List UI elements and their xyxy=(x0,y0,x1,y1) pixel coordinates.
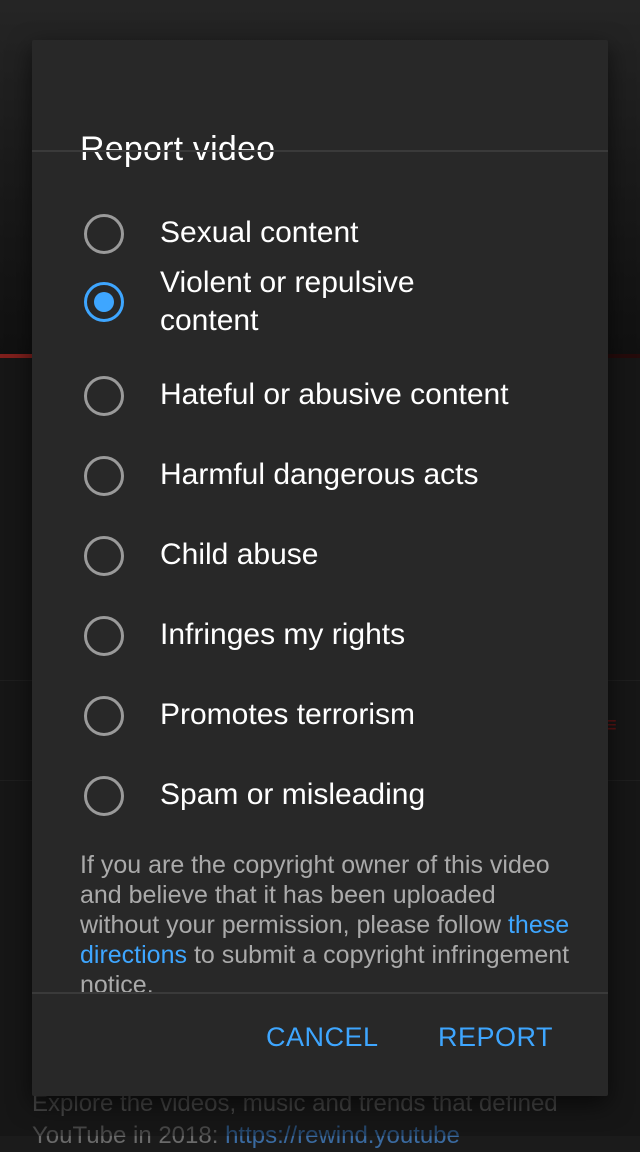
radio-unchecked-icon[interactable] xyxy=(84,214,124,254)
radio-unchecked-icon[interactable] xyxy=(84,696,124,736)
radio-unchecked-icon[interactable] xyxy=(84,776,124,816)
radio-unchecked-icon[interactable] xyxy=(84,456,124,496)
copyright-notice: If you are the copyright owner of this v… xyxy=(80,851,570,994)
report-option-violent-content[interactable]: Violent or repulsive content xyxy=(32,252,608,337)
report-option-child-abuse[interactable]: Child abuse xyxy=(32,526,608,586)
option-label: Harmful dangerous acts xyxy=(160,458,479,491)
cancel-button[interactable]: CANCEL xyxy=(266,1022,379,1053)
report-option-infringes-rights[interactable]: Infringes my rights xyxy=(32,606,608,666)
option-label: Sexual content xyxy=(160,216,359,249)
option-label: Spam or misleading xyxy=(160,778,426,811)
report-option-sexual-content[interactable]: Sexual content xyxy=(32,178,608,254)
report-option-harmful-acts[interactable]: Harmful dangerous acts xyxy=(32,446,608,506)
option-label: Violent or repulsive content xyxy=(160,266,415,337)
radio-checked-icon[interactable] xyxy=(84,282,124,322)
option-label: Hateful or abusive content xyxy=(160,378,509,411)
report-button[interactable]: REPORT xyxy=(438,1022,553,1053)
option-label: Infringes my rights xyxy=(160,618,406,651)
report-video-dialog: Report video Sexual content Violent or r… xyxy=(32,40,608,1096)
radio-unchecked-icon[interactable] xyxy=(84,376,124,416)
title-divider xyxy=(32,150,608,152)
option-label: Child abuse xyxy=(160,538,319,571)
radio-unchecked-icon[interactable] xyxy=(84,536,124,576)
report-option-hateful-content[interactable]: Hateful or abusive content xyxy=(32,366,608,426)
actions-divider xyxy=(32,992,608,994)
option-label: Promotes terrorism xyxy=(160,698,416,731)
report-option-spam[interactable]: Spam or misleading xyxy=(32,766,608,826)
report-option-terrorism[interactable]: Promotes terrorism xyxy=(32,686,608,746)
radio-unchecked-icon[interactable] xyxy=(84,616,124,656)
